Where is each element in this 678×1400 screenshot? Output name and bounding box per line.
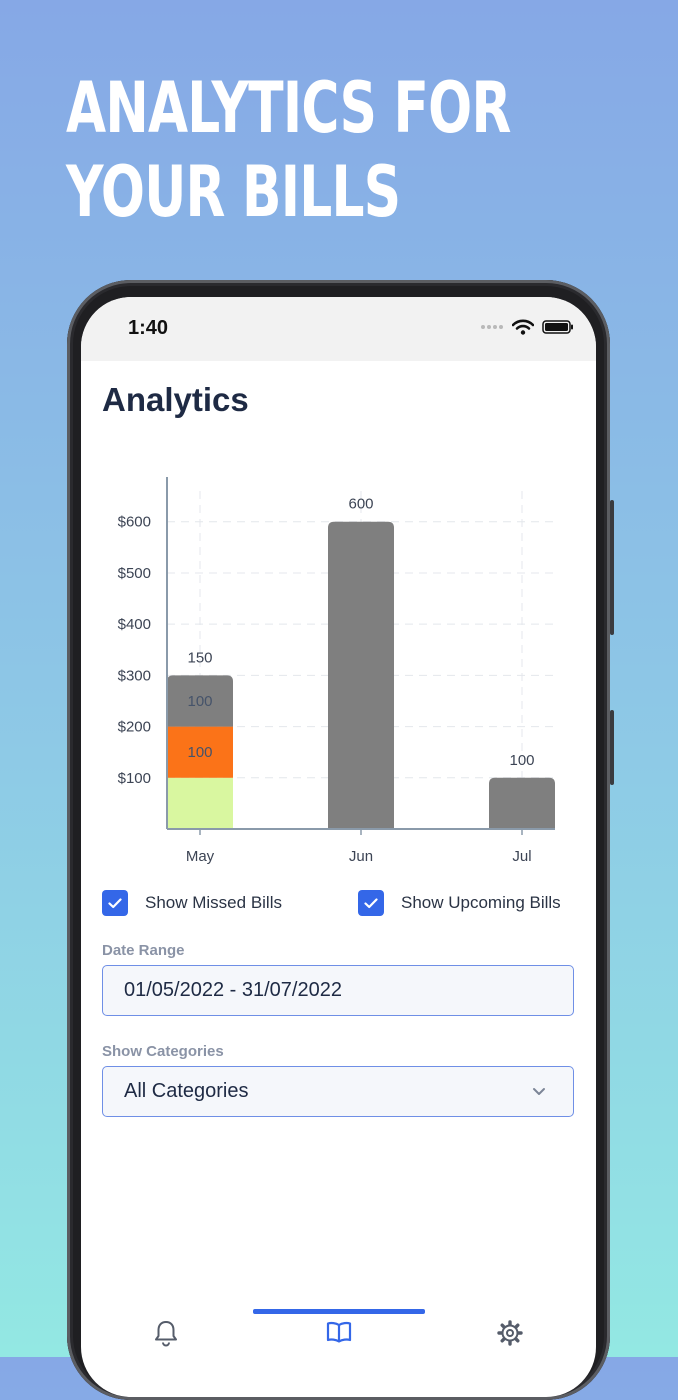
status-time: 1:40: [128, 317, 169, 339]
tab-settings[interactable]: [496, 1319, 524, 1352]
x-tick-label: May: [186, 848, 215, 865]
phone-frame: 1:40 Analytics $100 $200 $300 $400 $500 …: [67, 280, 614, 1400]
bar-total-label: 100: [509, 752, 534, 769]
signal-dots-icon: [481, 325, 503, 329]
categories-label: Show Categories: [102, 1043, 224, 1060]
analytics-bar-chart: $100 $200 $300 $400 $500 $600 150 May 600 Jun 100 J…: [118, 477, 555, 865]
gear-icon: [497, 1320, 523, 1346]
y-tick-label: $200: [118, 719, 151, 736]
phone-side-button: [610, 710, 614, 785]
date-range-value: 01/05/2022 - 31/07/2022: [124, 979, 342, 1001]
upcoming-bills-checkbox[interactable]: [358, 890, 384, 916]
bar-total-label: 600: [348, 496, 373, 513]
active-tab-indicator: [253, 1309, 425, 1314]
y-tick-label: $100: [118, 770, 151, 787]
bar-segment-label: 100: [187, 693, 212, 710]
bar-segment-label: 100: [187, 744, 212, 761]
promo-headline-line2: YOUR BILLS: [66, 151, 401, 233]
battery-icon: [542, 320, 573, 334]
checkmark-icon: [108, 897, 122, 908]
checkmark-icon: [364, 897, 378, 908]
y-tick-label: $400: [118, 616, 151, 633]
promo-headline-line1: ANALYTICS FOR: [66, 67, 511, 149]
wifi-icon: [512, 319, 534, 335]
show-missed-bills-toggle[interactable]: Show Missed Bills: [102, 890, 282, 916]
categories-value: All Categories: [124, 1080, 249, 1102]
bar-segment: [489, 777, 555, 829]
bar-segment: [167, 777, 233, 829]
upcoming-bills-label: Show Upcoming Bills: [401, 893, 561, 912]
bar-total-label: 150: [187, 649, 212, 666]
app-screen: 1:40 Analytics $100 $200 $300 $400 $500 …: [81, 297, 596, 1397]
chevron-down-icon: [533, 1088, 545, 1095]
status-bar: 1:40: [81, 297, 596, 361]
book-icon: [326, 1321, 352, 1343]
x-tick-label: Jul: [512, 848, 531, 865]
tab-analytics[interactable]: [325, 1319, 353, 1350]
y-tick-label: $300: [118, 667, 151, 684]
page-title: Analytics: [102, 381, 249, 418]
y-tick-label: $600: [118, 514, 151, 531]
categories-select[interactable]: All Categories: [102, 1066, 574, 1117]
show-upcoming-bills-toggle[interactable]: Show Upcoming Bills: [358, 890, 561, 916]
status-icons: [480, 319, 574, 335]
tab-notifications[interactable]: [153, 1319, 179, 1352]
missed-bills-label: Show Missed Bills: [145, 893, 282, 912]
missed-bills-checkbox[interactable]: [102, 890, 128, 916]
bell-icon: [155, 1321, 177, 1347]
date-range-input[interactable]: 01/05/2022 - 31/07/2022: [102, 965, 574, 1016]
y-tick-label: $500: [118, 565, 151, 582]
date-range-label: Date Range: [102, 942, 185, 959]
bar-segment: [328, 521, 394, 829]
phone-side-button: [610, 500, 614, 635]
promo-headline: ANALYTICS FOR YOUR BILLS: [66, 66, 511, 234]
x-tick-label: Jun: [349, 848, 373, 865]
